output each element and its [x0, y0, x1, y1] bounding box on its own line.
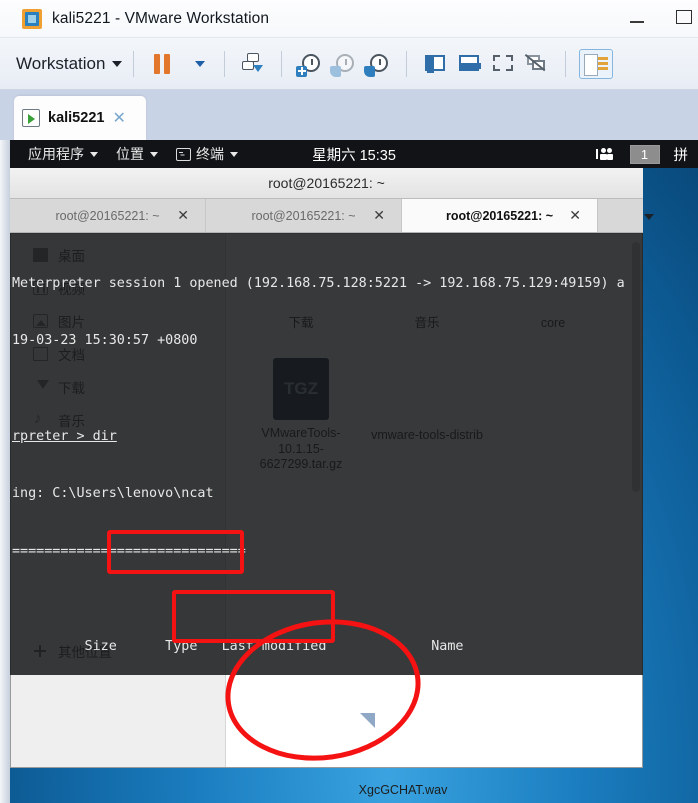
chevron-down-icon [112, 61, 123, 68]
terminal-line: rpreter > dir [12, 428, 117, 444]
close-icon[interactable]: ✕ [112, 108, 125, 128]
tab-label: root@20165221: ~ [445, 208, 554, 223]
vmware-left-edge [0, 140, 10, 803]
toolbar-divider [224, 50, 226, 77]
terminal-title: root@20165221: ~ [268, 175, 385, 191]
pause-icon [154, 53, 171, 74]
vm-tabstrip: kali5221 ✕ [0, 90, 698, 140]
caret-down-icon [194, 60, 205, 67]
fullscreen-button[interactable] [486, 47, 520, 81]
ime-label: 拼 [673, 147, 689, 164]
terminal-tabs: root@20165221: ~ ✕ root@20165221: ~ ✕ ro… [10, 199, 643, 233]
power-dropdown[interactable] [179, 47, 213, 81]
toolbar-divider [406, 50, 408, 77]
vm-power-icon [22, 109, 40, 127]
show-console-button[interactable] [452, 47, 486, 81]
fullscreen-icon [490, 52, 516, 76]
vm-tab-kali5221[interactable]: kali5221 ✕ [14, 96, 146, 140]
tab-label: root@20165221: ~ [55, 208, 160, 223]
vm-tab-label: kali5221 [48, 110, 105, 126]
clock-wrench-icon [364, 52, 391, 77]
close-icon[interactable]: ✕ [569, 207, 581, 224]
show-sidebar-button[interactable] [418, 47, 452, 81]
gnome-top-panel: 应用程序 位置 终端 星期六 15:35 1 拼 [10, 140, 698, 168]
terminal-line: ============================= [12, 543, 246, 559]
toolbar-divider [565, 50, 567, 77]
ime-indicator[interactable]: 拼 [674, 144, 689, 165]
take-snapshot-button[interactable] [293, 47, 327, 81]
terminal-titlebar: root@20165221: ~ [10, 168, 643, 199]
guest-screen: 应用程序 位置 终端 星期六 15:35 1 拼 root@20165221: … [10, 140, 698, 803]
terminal-line: Meterpreter session 1 opened (192.168.75… [12, 276, 625, 292]
unity-disabled-icon [524, 52, 550, 76]
window-title: kali5221 - VMware Workstation [52, 9, 270, 27]
workstation-menu-label: Workstation [16, 53, 106, 73]
clock-plus-icon [296, 52, 323, 77]
suspend-button[interactable] [145, 47, 179, 81]
workspace-indicator[interactable]: 1 [629, 144, 660, 164]
clock-revert-icon [330, 52, 357, 77]
toolbar-divider [281, 50, 283, 77]
revert-snapshot-button[interactable] [327, 47, 361, 81]
close-icon[interactable]: ✕ [177, 207, 189, 224]
terminal-tab-2[interactable]: root@20165221: ~ ✕ [206, 199, 402, 232]
unity-mode-button[interactable] [520, 47, 554, 81]
bottom-pane-icon [456, 52, 482, 76]
maximize-button[interactable] [676, 10, 692, 24]
toolbar-divider [133, 50, 135, 77]
preferences-button[interactable] [579, 48, 614, 79]
manage-snapshot-button[interactable] [236, 47, 270, 81]
users-icon[interactable] [595, 147, 614, 161]
vmware-titlebar: kali5221 - VMware Workstation [0, 0, 698, 38]
panel-status-area: 1 拼 [595, 140, 693, 168]
tab-label: root@20165221: ~ [251, 208, 356, 223]
terminal-line: 19-03-23 15:30:57 +0800 [12, 333, 198, 349]
minimize-button[interactable] [630, 12, 652, 26]
terminal-tab-1[interactable]: root@20165221: ~ ✕ [10, 199, 206, 232]
terminal-tab-3[interactable]: root@20165221: ~ ✕ [402, 199, 598, 232]
screenshot-root: kali5221 - VMware Workstation Workstatio… [0, 0, 698, 803]
file-name: XgcGCHAT.wav [358, 783, 448, 797]
snapshot-manager-button[interactable] [361, 47, 395, 81]
terminal-line: ing: C:\Users\lenovo\ncat [12, 486, 214, 502]
workstation-menu[interactable]: Workstation [16, 53, 123, 74]
vmware-toolbar: Workstation [0, 38, 698, 90]
record-mic-highlight [107, 530, 244, 574]
snapshot-icon [240, 52, 266, 76]
sidebar-pane-icon [422, 52, 448, 76]
chevron-down-icon [644, 213, 654, 220]
vmware-icon [22, 8, 42, 29]
close-icon[interactable]: ✕ [373, 207, 385, 224]
